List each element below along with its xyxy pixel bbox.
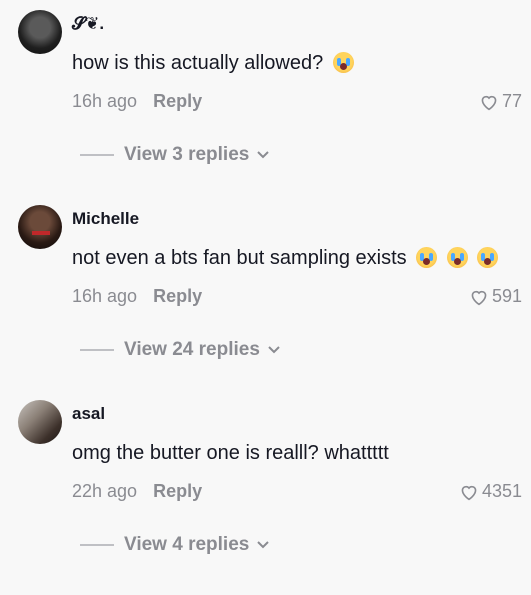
like-count: 4351	[481, 481, 522, 501]
heart-outline-icon	[461, 485, 477, 500]
comment-text: omg the butter one is realll? whattttt	[72, 442, 389, 465]
comment-meta: 16h ago Reply	[72, 286, 202, 307]
chevron-down-icon	[257, 151, 270, 159]
comment-text-content: how is this actually allowed?	[72, 52, 324, 74]
view-replies-button[interactable]: View 3 replies	[80, 144, 270, 166]
comment-text-content: not even a bts fan but sampling exists	[72, 247, 407, 269]
comment-item: Michelle not even a bts fan but sampling…	[0, 195, 531, 390]
loudly-crying-face-icon	[477, 247, 499, 268]
avatar[interactable]	[18, 10, 62, 54]
like-button[interactable]: 77	[479, 91, 522, 112]
comment-time: 22h ago	[72, 481, 138, 501]
like-count: 77	[501, 91, 522, 111]
comment-time: 16h ago	[72, 91, 138, 111]
comment-username[interactable]: 𝓢❦.	[72, 14, 104, 34]
reply-button[interactable]: Reply	[153, 481, 202, 502]
loudly-crying-face-icon	[332, 52, 354, 73]
like-button[interactable]: 4351	[459, 481, 522, 502]
comment-meta: 22h ago Reply	[72, 481, 202, 502]
view-replies-label: View 24 replies	[124, 339, 260, 360]
replies-divider	[80, 349, 114, 351]
like-count: 591	[491, 286, 522, 306]
like-button[interactable]: 591	[469, 286, 522, 307]
comment-text: how is this actually allowed?	[72, 52, 354, 75]
heart-outline-icon	[471, 290, 487, 305]
comment-text-content: omg the butter one is realll? whattttt	[72, 442, 389, 464]
avatar[interactable]	[18, 400, 62, 444]
comment-username[interactable]: asal	[72, 404, 105, 424]
comment-meta: 16h ago Reply	[72, 91, 202, 112]
view-replies-button[interactable]: View 4 replies	[80, 534, 270, 556]
reply-button[interactable]: Reply	[153, 286, 202, 307]
loudly-crying-face-icon	[446, 247, 468, 268]
view-replies-button[interactable]: View 24 replies	[80, 339, 280, 361]
comment-item: asal omg the butter one is realll? whatt…	[0, 390, 531, 585]
avatar[interactable]	[18, 205, 62, 249]
replies-divider	[80, 154, 114, 156]
comment-text: not even a bts fan but sampling exists	[72, 247, 499, 270]
reply-button[interactable]: Reply	[153, 91, 202, 112]
comment-item: 𝓢❦. how is this actually allowed? 16h ag…	[0, 0, 531, 195]
comment-list: 𝓢❦. how is this actually allowed? 16h ag…	[0, 0, 531, 585]
comment-time: 16h ago	[72, 286, 138, 306]
loudly-crying-face-icon	[416, 247, 438, 268]
comment-username[interactable]: Michelle	[72, 209, 139, 229]
heart-outline-icon	[481, 95, 497, 110]
chevron-down-icon	[257, 541, 270, 549]
replies-divider	[80, 544, 114, 546]
view-replies-label: View 4 replies	[124, 534, 250, 555]
view-replies-label: View 3 replies	[124, 144, 250, 165]
chevron-down-icon	[268, 346, 280, 354]
